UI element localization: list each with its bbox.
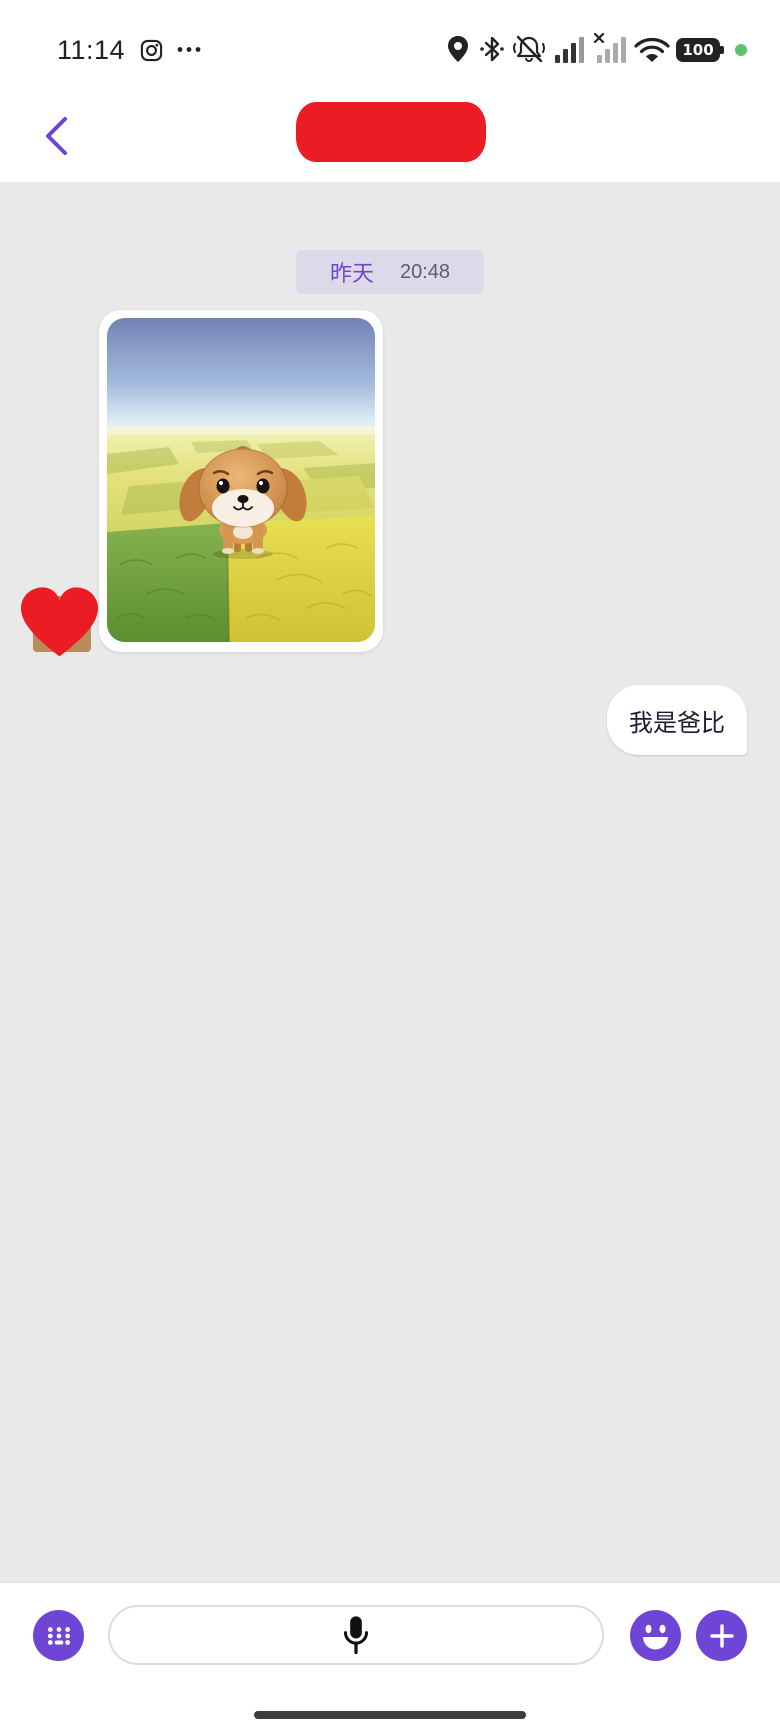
bell-muted-icon bbox=[513, 35, 545, 63]
photo-scene bbox=[107, 318, 375, 642]
privacy-indicator-dot bbox=[735, 44, 747, 56]
more-dots-icon bbox=[177, 47, 201, 52]
outgoing-message-bubble[interactable]: 我是爸比 bbox=[607, 685, 747, 755]
wifi-icon bbox=[634, 38, 670, 62]
location-icon bbox=[448, 36, 468, 62]
instagram-icon bbox=[140, 39, 163, 62]
signal-icon bbox=[555, 37, 584, 63]
message-text: 我是爸比 bbox=[629, 709, 725, 737]
add-attachment-button[interactable] bbox=[696, 1610, 747, 1661]
status-time: 11:14 bbox=[57, 35, 126, 65]
plus-icon bbox=[709, 1623, 734, 1648]
message-photo[interactable] bbox=[107, 318, 375, 642]
timestamp-time: 20:48 bbox=[400, 260, 451, 283]
green-grass-tile bbox=[107, 523, 229, 642]
emoji-icon bbox=[643, 1624, 668, 1650]
emoji-button[interactable] bbox=[630, 1610, 681, 1661]
timestamp-divider: 昨天 20:48 bbox=[296, 250, 484, 294]
battery-icon: 100 bbox=[676, 38, 720, 62]
heart-redaction-sticker bbox=[20, 587, 99, 657]
sky bbox=[107, 318, 375, 436]
battery-nub bbox=[720, 46, 724, 54]
redacted-contact-name bbox=[296, 102, 486, 162]
chevron-left-icon bbox=[46, 117, 67, 155]
timestamp-day: 昨天 bbox=[330, 261, 375, 286]
hold-to-talk-input[interactable] bbox=[108, 1605, 604, 1665]
image-message[interactable] bbox=[99, 310, 383, 652]
bluetooth-icon bbox=[480, 36, 504, 62]
keyboard-toggle-button[interactable] bbox=[33, 1610, 84, 1661]
microphone-icon bbox=[343, 1616, 369, 1655]
keyboard-icon bbox=[47, 1626, 70, 1645]
back-button[interactable] bbox=[30, 105, 82, 167]
home-indicator[interactable] bbox=[254, 1711, 526, 1719]
signal-no-service-icon bbox=[593, 33, 626, 63]
